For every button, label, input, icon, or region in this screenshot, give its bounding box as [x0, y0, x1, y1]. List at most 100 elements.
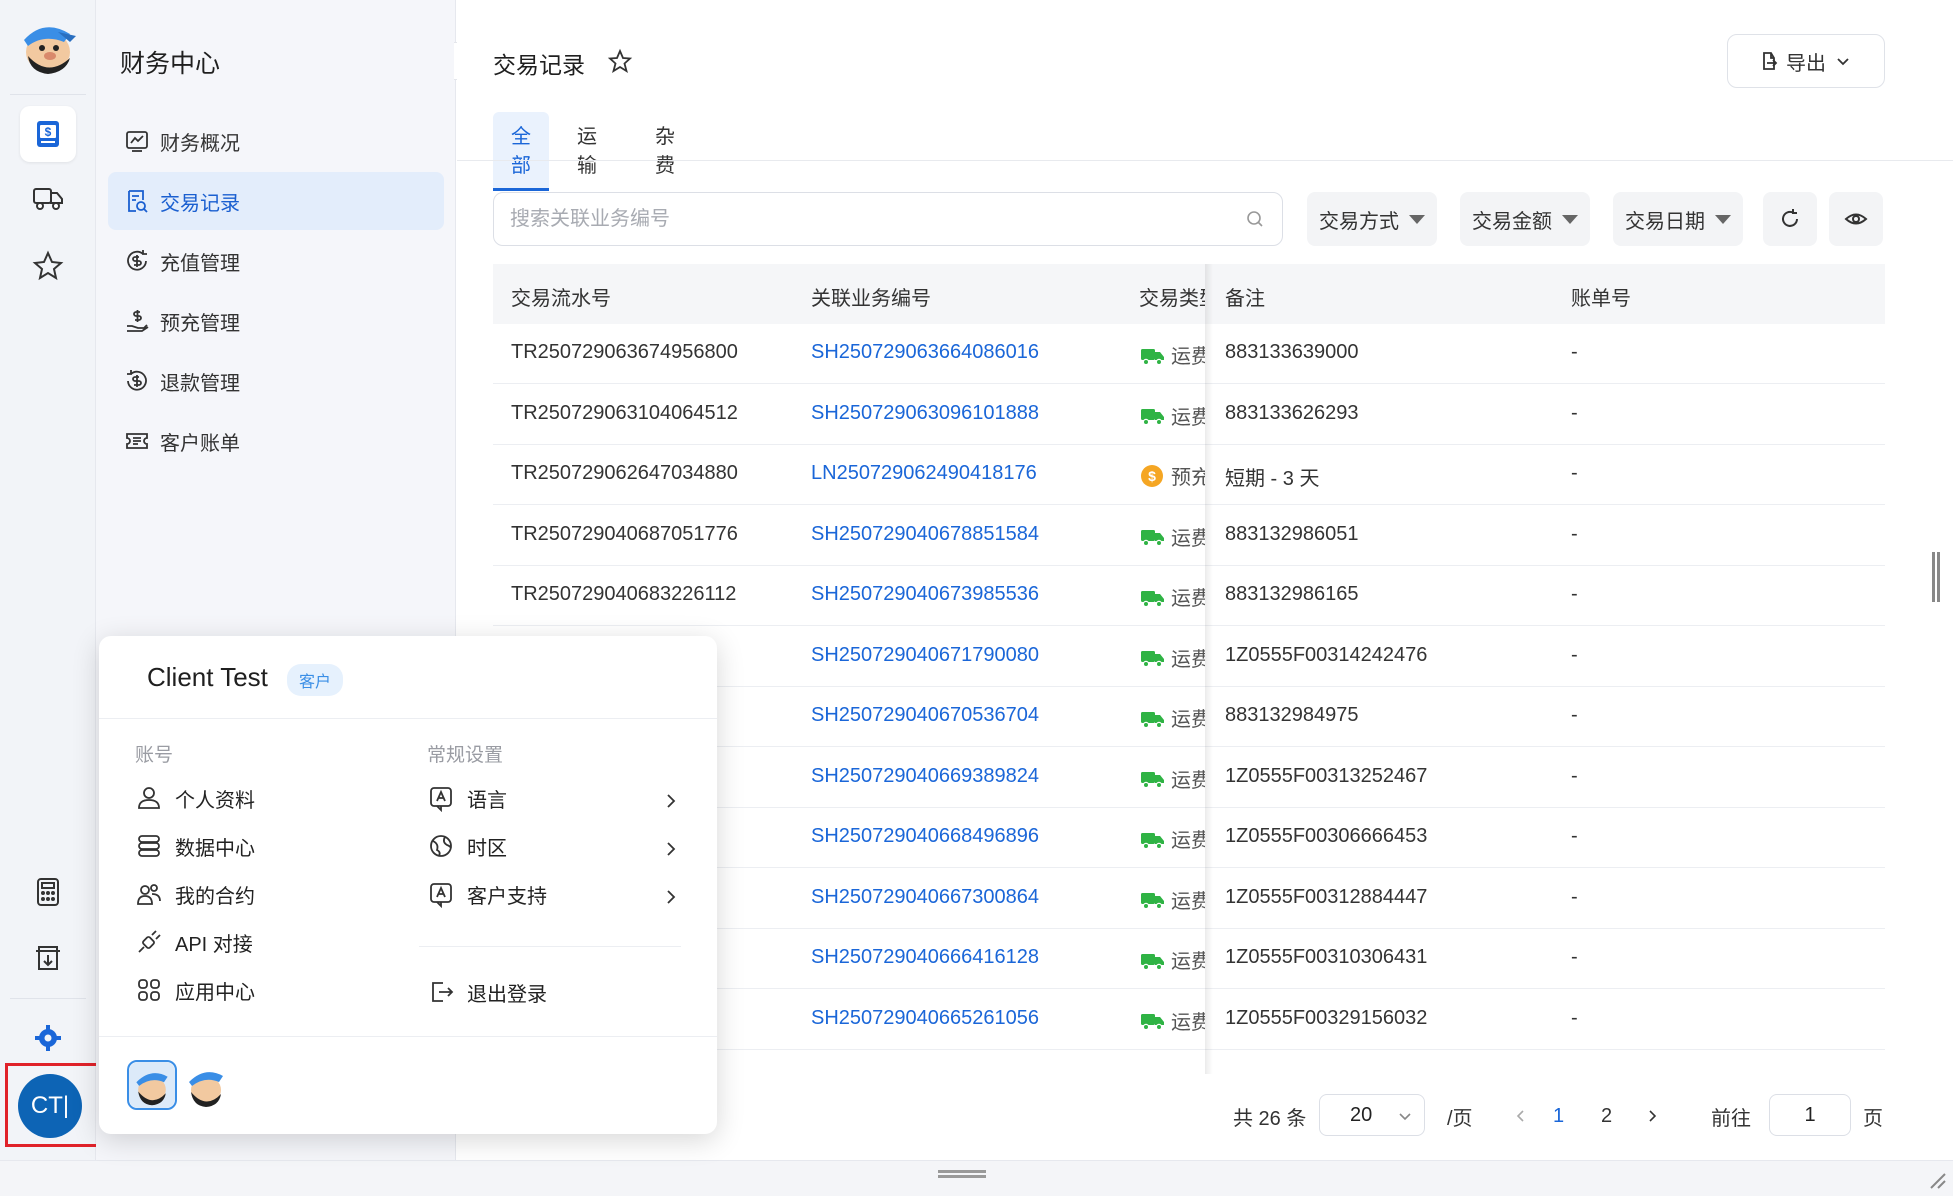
nav-item-prepay[interactable]: 预充管理: [108, 292, 444, 350]
table-row[interactable]: TR250729063104064512 SH250729063096101888…: [493, 385, 1885, 445]
menu-item-support[interactable]: 客户支持: [427, 878, 547, 910]
cell-business-link[interactable]: SH250729040669389824: [811, 765, 1039, 788]
scrollbar-handle[interactable]: [1932, 552, 1940, 602]
truck-icon: [1141, 651, 1164, 668]
fixed-column-shadow: [1205, 264, 1213, 1074]
filter-payment-method[interactable]: 交易方式: [1307, 192, 1437, 246]
goto-page-input[interactable]: 1: [1769, 1094, 1851, 1136]
nav-item-label: 财务概况: [160, 132, 240, 155]
column-header[interactable]: 账单号: [1571, 282, 1631, 311]
menu-item-contracts[interactable]: 我的合约: [135, 878, 255, 910]
logout-button[interactable]: 退出登录: [427, 976, 547, 1008]
rail-settings-button[interactable]: [20, 1010, 76, 1066]
receipt-search-icon: [128, 190, 148, 213]
chevron-right-icon: [667, 842, 676, 856]
filter-date[interactable]: 交易日期: [1613, 192, 1743, 246]
filter-amount[interactable]: 交易金额: [1460, 192, 1590, 246]
page-size-select[interactable]: 20: [1319, 1094, 1425, 1136]
pagination-total: 共 26 条: [1233, 1107, 1307, 1130]
account-avatar-selected[interactable]: [127, 1060, 177, 1110]
table-row[interactable]: TR250729040687051776 SH250729040678851584…: [493, 506, 1885, 566]
cell-business-link[interactable]: SH250729040666416128: [811, 946, 1039, 969]
resize-corner-icon[interactable]: [1925, 1168, 1947, 1190]
user-avatar-button[interactable]: CT|: [18, 1074, 82, 1138]
rail-finance-button[interactable]: $: [20, 106, 76, 162]
cell-business-link[interactable]: SH250729040668496896: [811, 825, 1039, 848]
nav-item-overview[interactable]: 财务概况: [108, 112, 444, 170]
cell-business-link[interactable]: SH250729040667300864: [811, 886, 1039, 909]
cell-type: 运费: [1139, 824, 1205, 853]
column-header[interactable]: 交易类型: [1139, 282, 1205, 311]
menu-item-profile[interactable]: 个人资料: [135, 782, 255, 814]
page-number-current[interactable]: 1: [1553, 1094, 1564, 1138]
cell-business-link[interactable]: SH250729040670536704: [811, 704, 1039, 727]
refresh-button[interactable]: [1763, 192, 1817, 246]
menu-item-data-center[interactable]: 数据中心: [135, 830, 255, 862]
cell-type-label: 运费: [1171, 346, 1205, 368]
avatar-highlight: CT|: [5, 1063, 99, 1147]
filter-label: 交易方式: [1319, 210, 1399, 233]
page-number[interactable]: 2: [1601, 1094, 1612, 1138]
cell-business-link[interactable]: SH250729040671790080: [811, 644, 1039, 667]
prev-page-button[interactable]: [1512, 1094, 1530, 1138]
cell-business-link[interactable]: SH250729040665261056: [811, 1007, 1039, 1030]
table-row[interactable]: TR250729040683226112 SH250729040673985536…: [493, 566, 1885, 626]
tab-transport[interactable]: 运输: [571, 112, 603, 186]
user-icon: [138, 787, 160, 809]
cell-type-label: 运费: [1171, 709, 1205, 731]
tab-divider: [457, 160, 1953, 161]
column-header[interactable]: 备注: [1225, 282, 1265, 311]
cell-note: 短期 - 3 天: [1225, 468, 1320, 490]
rail-download-button[interactable]: [20, 930, 76, 986]
nav-item-transactions[interactable]: 交易记录: [108, 172, 444, 230]
search-icon[interactable]: [1244, 208, 1266, 230]
cell-type: 运费: [1139, 764, 1205, 793]
nav-item-recharge[interactable]: 充值管理: [108, 232, 444, 290]
caret-down-icon: [1562, 214, 1578, 224]
cell-business-link[interactable]: LN250729062490418176: [811, 462, 1037, 485]
cell-type: 运费: [1139, 340, 1205, 369]
cell-serial: TR250729063104064512: [511, 401, 738, 424]
menu-item-api[interactable]: API 对接: [135, 926, 253, 958]
app-logo[interactable]: [14, 16, 80, 78]
cell-business-link[interactable]: SH250729040673985536: [811, 583, 1039, 606]
resize-grip-icon[interactable]: [938, 1170, 986, 1178]
cell-note: 883132986165: [1225, 583, 1359, 605]
nav-item-refund[interactable]: 退款管理: [108, 352, 444, 410]
cell-type: $ 预充: [1139, 461, 1205, 490]
column-header[interactable]: 交易流水号: [511, 282, 611, 311]
cell-type-label: 运费: [1171, 648, 1205, 671]
column-visibility-button[interactable]: [1829, 192, 1883, 246]
rail-shipping-button[interactable]: [20, 170, 76, 226]
account-section-label: 账号: [135, 745, 174, 766]
table-row[interactable]: TR250729062647034880 LN250729062490418176…: [493, 445, 1885, 505]
menu-item-timezone[interactable]: 时区: [427, 830, 507, 862]
cell-serial: TR250729062647034880: [511, 462, 738, 484]
column-header[interactable]: 关联业务编号: [811, 282, 931, 311]
cell-business-link[interactable]: SH250729063096101888: [811, 402, 1039, 425]
favorite-star-icon[interactable]: [607, 48, 633, 74]
cell-business-link[interactable]: SH250729063664086016: [811, 341, 1039, 364]
menu-item-app-center[interactable]: 应用中心: [135, 974, 255, 1006]
export-button[interactable]: 导出: [1727, 34, 1885, 88]
cell-type-label: 运费: [1171, 406, 1205, 429]
tab-all[interactable]: 全部: [493, 112, 549, 191]
rail-calculator-button[interactable]: [20, 864, 76, 920]
calculator-icon: [37, 878, 59, 906]
menu-item-language[interactable]: 语言: [427, 782, 507, 814]
rail-favorites-button[interactable]: [20, 238, 76, 294]
cell-business-link[interactable]: SH250729040678851584: [811, 523, 1039, 546]
truck-icon: [1141, 772, 1164, 789]
account-avatar[interactable]: [181, 1060, 231, 1110]
nav-item-customer-bill[interactable]: 客户账单: [108, 412, 444, 470]
tab-misc-fees[interactable]: 杂费: [649, 112, 681, 186]
next-page-button[interactable]: [1643, 1094, 1661, 1138]
cell-bill: -: [1571, 462, 1578, 484]
search-input[interactable]: [510, 207, 1244, 231]
users-icon: [137, 884, 161, 905]
table-row[interactable]: TR250729063674956800 SH250729063664086016…: [493, 324, 1885, 384]
settings-section-label: 常规设置: [427, 745, 504, 766]
plug-icon: [138, 930, 161, 953]
cell-bill: -: [1571, 946, 1578, 968]
logout-label: 退出登录: [467, 983, 547, 1006]
